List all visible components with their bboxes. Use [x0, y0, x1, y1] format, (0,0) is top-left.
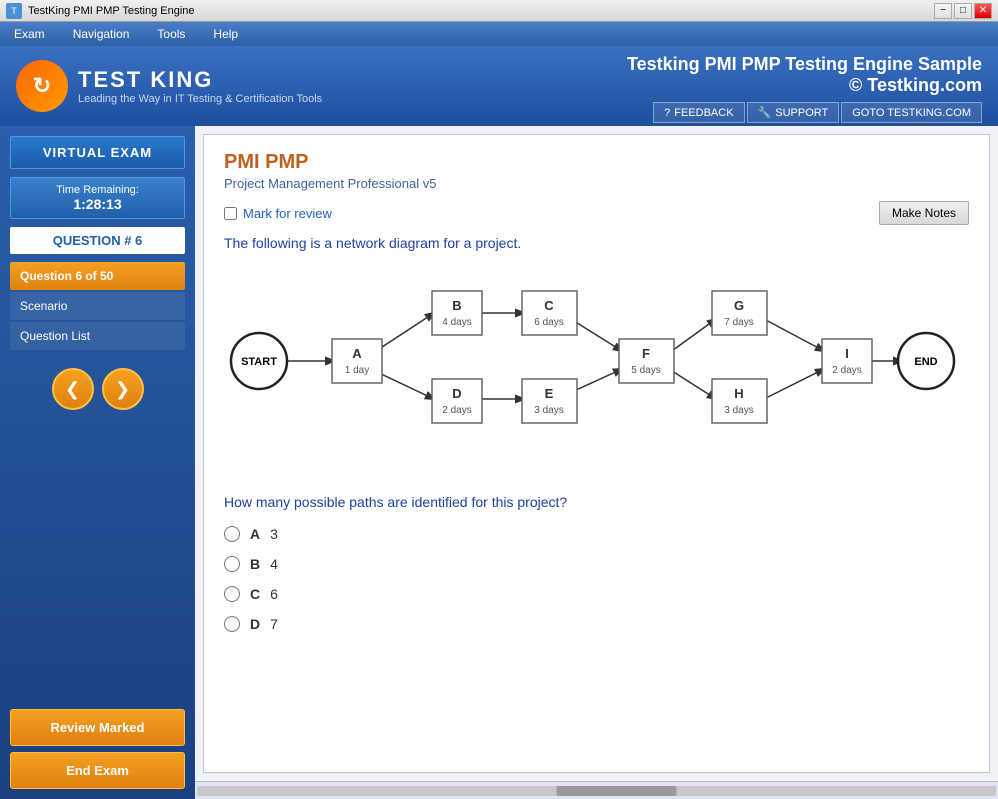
svg-text:F: F [642, 346, 650, 361]
nav-question-list[interactable]: Question List [10, 322, 185, 350]
diagram-svg: START A 1 day B 4 days C 6 days D [224, 261, 964, 481]
svg-text:6 days: 6 days [534, 317, 563, 328]
option-value-d: 7 [270, 616, 278, 632]
logo-title: TEST KING [78, 67, 322, 93]
close-button[interactable]: ✕ [974, 3, 992, 19]
radio-c[interactable] [224, 586, 240, 602]
mark-review-checkbox[interactable] [224, 207, 237, 220]
svg-text:E: E [545, 386, 554, 401]
question-header: Mark for review Make Notes [224, 201, 969, 225]
option-label-b: B [250, 556, 260, 572]
svg-text:2 days: 2 days [442, 405, 471, 416]
scrollbar-svg [197, 783, 996, 799]
horizontal-scrollbar[interactable] [195, 781, 998, 799]
radio-b[interactable] [224, 556, 240, 572]
answer-option-b[interactable]: B 4 [224, 556, 969, 572]
menu-navigation[interactable]: Navigation [67, 25, 136, 43]
svg-text:END: END [914, 356, 937, 368]
svg-text:B: B [452, 298, 461, 313]
next-button[interactable]: ❯ [102, 368, 144, 410]
review-marked-button[interactable]: Review Marked [10, 709, 185, 746]
logo-circle: ↻ [16, 60, 68, 112]
maximize-button[interactable]: □ [954, 3, 972, 19]
svg-text:3 days: 3 days [534, 405, 563, 416]
nav-list: Question 6 of 50 Scenario Question List [10, 262, 185, 350]
menu-tools[interactable]: Tools [151, 25, 191, 43]
nav-scenario[interactable]: Scenario [10, 292, 185, 320]
radio-a[interactable] [224, 526, 240, 542]
header-brand: Testking PMI PMP Testing Engine Sample ©… [627, 46, 982, 96]
option-label-a: A [250, 526, 260, 542]
time-box: Time Remaining: 1:28:13 [10, 177, 185, 219]
logo-text: TEST KING Leading the Way in IT Testing … [78, 67, 322, 105]
answer-option-a[interactable]: A 3 [224, 526, 969, 542]
nav-arrows: ❮ ❯ [10, 368, 185, 410]
time-label: Time Remaining: [17, 184, 178, 196]
logo-arrow-icon: ↻ [33, 73, 51, 99]
content-area: PMI PMP Project Management Professional … [195, 126, 998, 799]
support-icon: 🔧 [758, 106, 772, 119]
logo-area: ↻ TEST KING Leading the Way in IT Testin… [16, 60, 322, 112]
app-icon: T [6, 3, 22, 19]
virtual-exam-button[interactable]: VIRTUAL EXAM [10, 136, 185, 169]
svg-text:D: D [452, 386, 461, 401]
question2-text: How many possible paths are identified f… [224, 494, 969, 510]
sidebar: VIRTUAL EXAM Time Remaining: 1:28:13 QUE… [0, 126, 195, 799]
feedback-icon: ? [664, 107, 670, 119]
question-text: The following is a network diagram for a… [224, 235, 969, 251]
svg-text:I: I [845, 346, 849, 361]
mark-review-area: Mark for review [224, 206, 332, 221]
svg-text:A: A [352, 346, 362, 361]
nav-question-of[interactable]: Question 6 of 50 [10, 262, 185, 290]
header-nav-links: ? FEEDBACK 🔧 SUPPORT GOTO TESTKING.COM [653, 102, 982, 123]
svg-text:1 day: 1 day [345, 365, 369, 376]
svg-text:3 days: 3 days [724, 405, 753, 416]
main-layout: VIRTUAL EXAM Time Remaining: 1:28:13 QUE… [0, 126, 998, 799]
answer-option-d[interactable]: D 7 [224, 616, 969, 632]
radio-d[interactable] [224, 616, 240, 632]
menu-help[interactable]: Help [207, 25, 244, 43]
svg-text:5 days: 5 days [631, 365, 660, 376]
goto-link[interactable]: GOTO TESTKING.COM [841, 102, 982, 123]
option-value-a: 3 [270, 526, 278, 542]
question-number-box: QUESTION # 6 [10, 227, 185, 254]
logo-subtitle: Leading the Way in IT Testing & Certific… [78, 93, 322, 105]
title-bar-buttons: − □ ✕ [934, 3, 992, 19]
svg-text:4 days: 4 days [442, 317, 471, 328]
header: ↻ TEST KING Leading the Way in IT Testin… [0, 46, 998, 126]
end-exam-button[interactable]: End Exam [10, 752, 185, 789]
minimize-button[interactable]: − [934, 3, 952, 19]
svg-text:7 days: 7 days [724, 317, 753, 328]
menu-bar: Exam Navigation Tools Help [0, 22, 998, 46]
answer-options: A 3 B 4 C 6 D 7 [224, 526, 969, 632]
svg-text:START: START [241, 356, 277, 368]
menu-exam[interactable]: Exam [8, 25, 51, 43]
prev-button[interactable]: ❮ [52, 368, 94, 410]
exam-title: PMI PMP [224, 151, 969, 174]
option-label-c: C [250, 586, 260, 602]
svg-text:C: C [544, 298, 554, 313]
svg-text:2 days: 2 days [832, 365, 861, 376]
answer-option-c[interactable]: C 6 [224, 586, 969, 602]
title-bar-text: TestKing PMI PMP Testing Engine [28, 5, 928, 17]
exam-subtitle: Project Management Professional v5 [224, 176, 969, 191]
mark-review-label: Mark for review [243, 206, 332, 221]
header-right: Testking PMI PMP Testing Engine Sample ©… [627, 46, 982, 123]
svg-text:G: G [734, 298, 744, 313]
make-notes-button[interactable]: Make Notes [879, 201, 969, 225]
title-bar: T TestKing PMI PMP Testing Engine − □ ✕ [0, 0, 998, 22]
time-value: 1:28:13 [17, 196, 178, 212]
content-inner: PMI PMP Project Management Professional … [203, 134, 990, 773]
option-value-b: 4 [270, 556, 278, 572]
option-value-c: 6 [270, 586, 278, 602]
svg-text:H: H [734, 386, 743, 401]
network-diagram: START A 1 day B 4 days C 6 days D [224, 261, 969, 484]
feedback-link[interactable]: ? FEEDBACK [653, 102, 744, 123]
support-link[interactable]: 🔧 SUPPORT [747, 102, 840, 123]
option-label-d: D [250, 616, 260, 632]
bottom-buttons: Review Marked End Exam [10, 709, 185, 789]
